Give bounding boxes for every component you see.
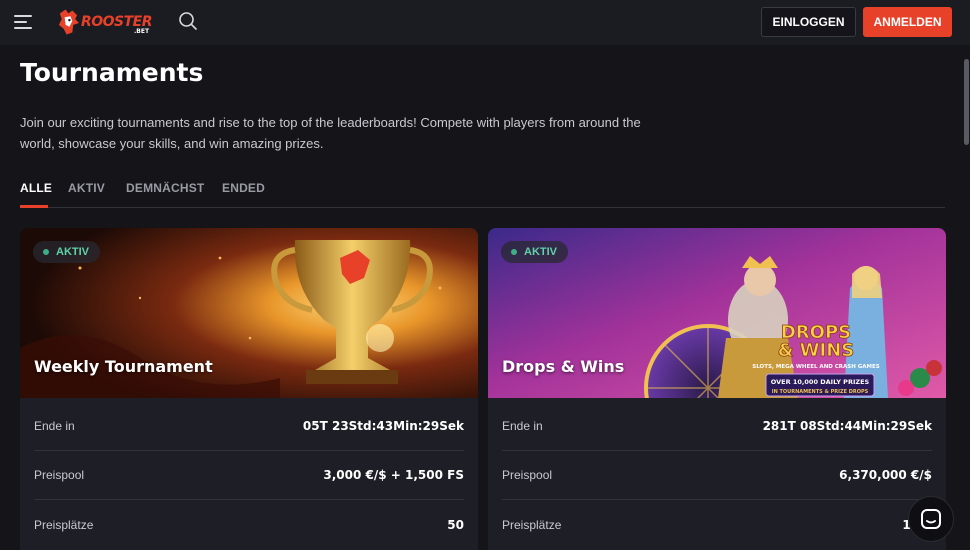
rooster-logo-icon: [58, 9, 80, 35]
scrollbar-thumb[interactable]: [964, 59, 969, 145]
row-label: Ende in: [502, 419, 543, 433]
row-label: Preispool: [34, 468, 85, 482]
row-value: 50: [447, 517, 464, 532]
status-dot-icon: [43, 249, 49, 255]
banner-promo-subtext: IN TOURNAMENTS & PRIZE DROPS: [772, 389, 869, 395]
status-label: AKTIV: [524, 246, 557, 258]
row-value: 281T 08Std:44Min:29Sek: [762, 419, 932, 433]
tab-demnaechst[interactable]: DEMNÄCHST: [126, 181, 204, 195]
chat-icon[interactable]: [908, 496, 954, 542]
site-logo[interactable]: ROOSTER .BET: [56, 6, 153, 38]
banner-tagline: SLOTS, MEGA WHEEL AND CRASH GAMES: [752, 364, 880, 370]
status-dot-icon: [511, 249, 517, 255]
tournament-banner-weekly[interactable]: AKTIV Weekly Tournament: [20, 228, 478, 398]
login-button[interactable]: EINLOGGEN: [761, 7, 856, 37]
top-navigation-bar: ROOSTER .BET EINLOGGEN ANMELDEN: [0, 0, 970, 45]
banner-promo-text: OVER 10,000 DAILY PRIZES: [771, 378, 870, 386]
register-button[interactable]: ANMELDEN: [863, 7, 952, 37]
status-badge: AKTIV: [501, 241, 568, 263]
row-label: Ende in: [34, 419, 75, 433]
tournament-row-places: Preisplätze 50: [34, 500, 464, 549]
status-badge: AKTIV: [33, 241, 100, 263]
tournament-row-prizepool: Preispool 3,000 €/$ + 1,500 FS: [34, 451, 464, 500]
tournament-row-places: Preisplätze 10,0: [502, 500, 932, 549]
search-icon[interactable]: [178, 11, 198, 31]
row-value: 05T 23Std:43Min:29Sek: [302, 419, 464, 433]
tab-ended[interactable]: ENDED: [222, 181, 265, 195]
tournament-row-ends: Ende in 05T 23Std:43Min:29Sek: [34, 402, 464, 451]
tab-alle[interactable]: ALLE: [20, 181, 52, 195]
logo-subtext: .BET: [134, 28, 150, 35]
tournament-row-prizepool: Preispool 6,370,000 €/$: [502, 451, 932, 500]
tournament-filter-tabs: ALLE AKTIV DEMNÄCHST ENDED: [20, 178, 945, 208]
row-label: Preisplätze: [34, 517, 94, 532]
row-value: 3,000 €/$ + 1,500 FS: [323, 468, 464, 482]
menu-icon[interactable]: [14, 14, 34, 30]
row-value: 6,370,000 €/$: [839, 468, 932, 482]
tournament-banner-drops-wins[interactable]: DROPS & WINS SLOTS, MEGA WHEEL AND CRASH…: [488, 228, 946, 398]
tournament-card-drops-wins[interactable]: DROPS & WINS SLOTS, MEGA WHEEL AND CRASH…: [488, 228, 946, 550]
wins-logo-text: & WINS: [778, 340, 855, 361]
page-title: Tournaments: [20, 58, 204, 87]
tournament-row-ends: Ende in 281T 08Std:44Min:29Sek: [502, 402, 932, 451]
active-tab-indicator: [20, 205, 48, 208]
row-label: Preispool: [502, 468, 553, 482]
tournament-card-weekly[interactable]: AKTIV Weekly Tournament Ende in 05T 23St…: [20, 228, 478, 550]
logo-wordmark: ROOSTER: [80, 14, 153, 30]
tab-aktiv[interactable]: AKTIV: [68, 181, 105, 195]
status-label: AKTIV: [56, 246, 89, 258]
tournament-title: Weekly Tournament: [34, 357, 213, 376]
page-intro: Join our exciting tournaments and rise t…: [20, 115, 641, 151]
tournament-title: Drops & Wins: [502, 357, 625, 376]
row-label: Preisplätze: [502, 517, 562, 532]
page-scrollbar[interactable]: [962, 45, 970, 550]
